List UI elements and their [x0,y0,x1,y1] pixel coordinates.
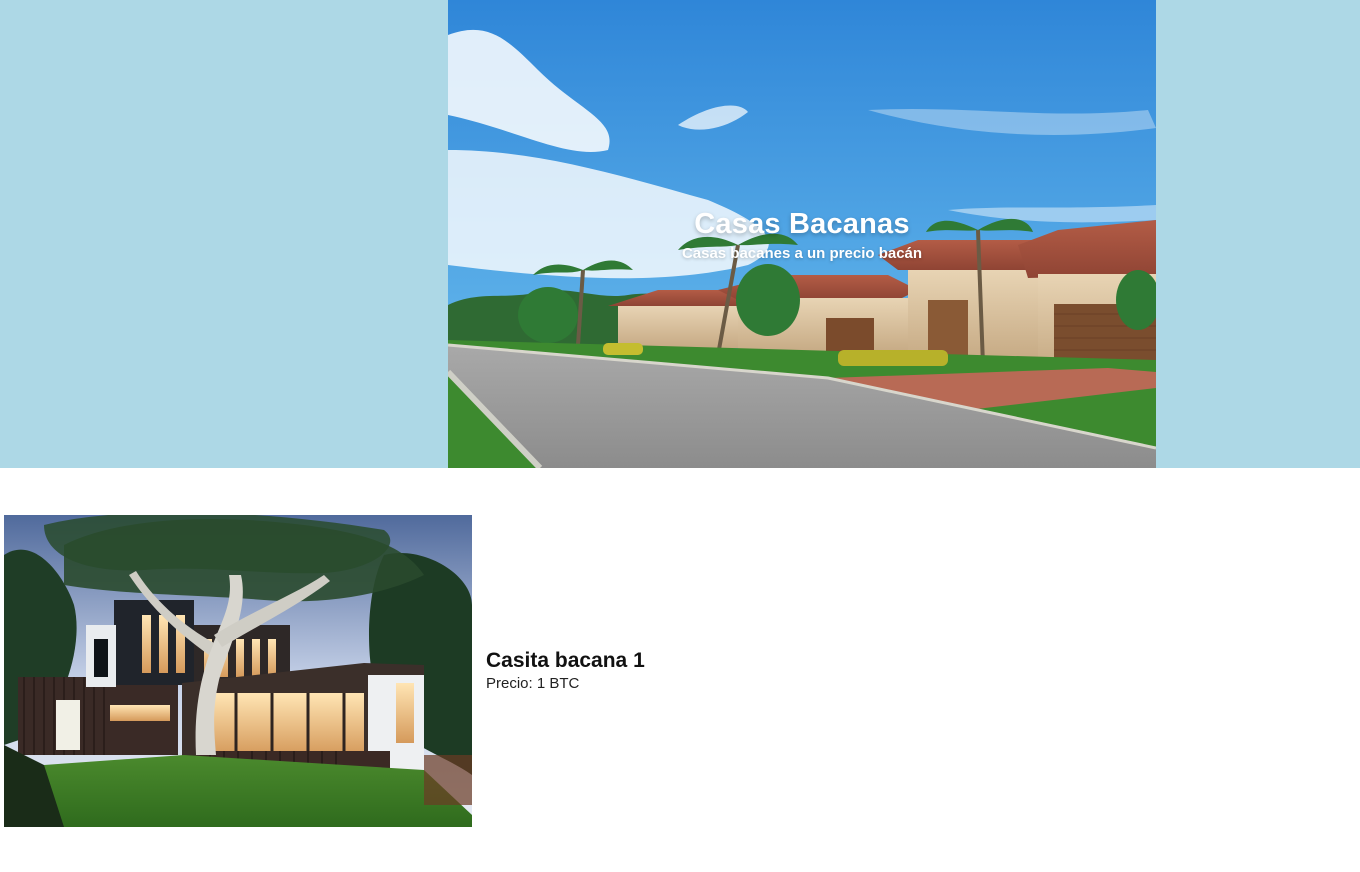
house-listing: Casita bacana 1 Precio: 1 BTC [4,515,1004,827]
listing-title[interactable]: Casita bacana 1 [486,648,645,674]
site-title: Casas Bacanas [694,208,910,240]
listing-details: Casita bacana 1 Precio: 1 BTC [486,648,645,694]
hero-photo: Casas Bacanas Casas bacanes a un precio … [448,0,1156,468]
listing-price: Precio: 1 BTC [486,675,580,692]
house-photo-icon[interactable] [4,515,472,827]
hero-banner: Casas Bacanas Casas bacanes a un precio … [0,0,1360,468]
site-tagline: Casas bacanes a un precio bacán [681,245,923,262]
